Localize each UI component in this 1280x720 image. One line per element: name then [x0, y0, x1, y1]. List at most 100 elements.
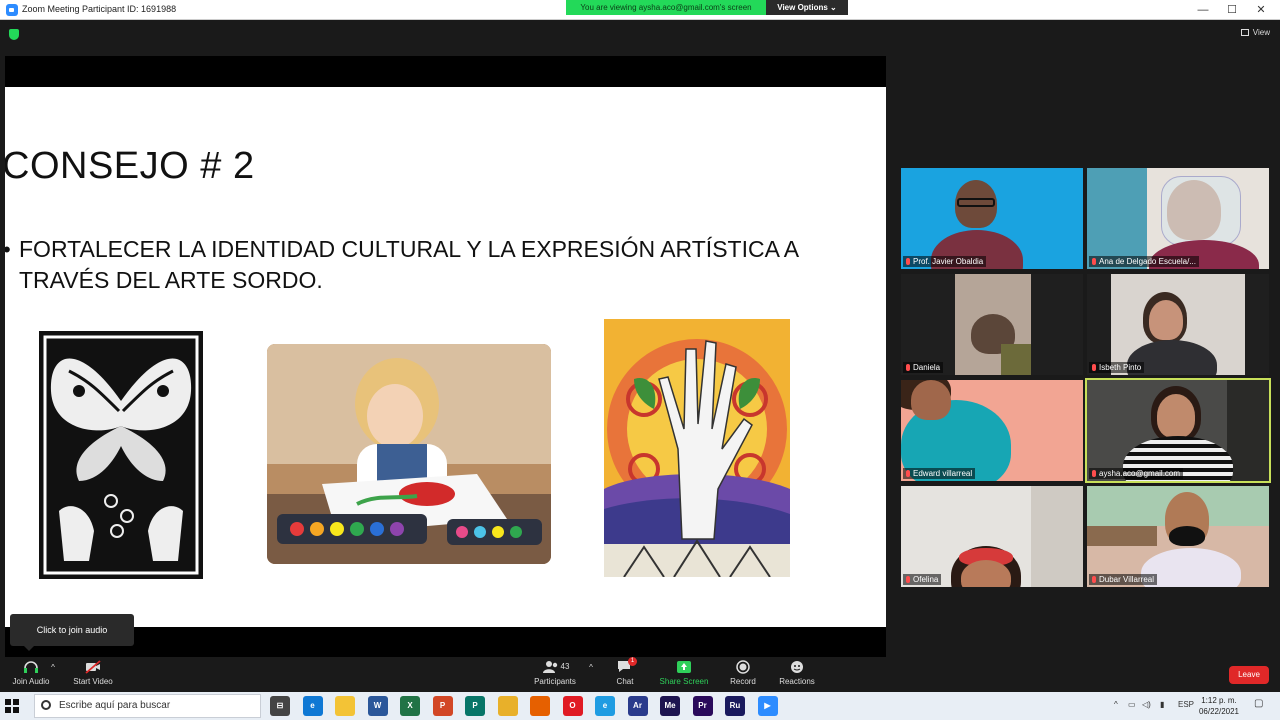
battery-icon[interactable]: ▮	[1160, 700, 1164, 709]
start-video-button[interactable]: Start Video	[70, 660, 116, 686]
meeting-toolbar: Join Audio ^ Start Video 43 Participants…	[0, 657, 1280, 692]
record-label: Record	[730, 677, 756, 686]
muted-mic-icon	[1092, 470, 1096, 477]
headphones-icon	[24, 661, 38, 673]
participant-gallery: Prof. Javier Obaldia Ana de Delgado Escu…	[901, 168, 1271, 588]
participants-chevron-icon[interactable]: ^	[586, 663, 596, 672]
windows-start-icon[interactable]	[4, 698, 20, 714]
join-audio-label: Join Audio	[12, 677, 50, 686]
participant-name: Prof. Javier Obaldia	[903, 256, 987, 267]
participants-count: 43	[560, 662, 570, 671]
muted-mic-icon	[906, 576, 910, 583]
reactions-button[interactable]: Reactions	[776, 660, 818, 686]
participant-tile[interactable]: Prof. Javier Obaldia	[901, 168, 1083, 269]
chat-badge: 1	[628, 657, 637, 666]
slide-bullet: FORTALECER LA IDENTIDAD CULTURAL Y LA EX…	[5, 234, 839, 296]
participant-tile[interactable]: Dubar Villarreal	[1087, 486, 1269, 587]
participant-name: Daniela	[903, 362, 944, 373]
firefox-icon[interactable]	[530, 696, 550, 716]
participant-tile[interactable]: Ana de Delgado Escuela/...	[1087, 168, 1269, 269]
maximize-button[interactable]: ☐	[1217, 2, 1247, 18]
edge-icon[interactable]: e	[302, 696, 323, 716]
excel-icon[interactable]: X	[400, 696, 420, 716]
language-indicator[interactable]: ESP	[1178, 700, 1194, 709]
meeting-area: View CONSEJO # 2 FORTALECER LA IDENTIDAD…	[0, 21, 1280, 658]
folder-icon[interactable]	[335, 696, 355, 716]
ie-icon[interactable]: e	[595, 696, 615, 716]
chat-icon: 1	[617, 657, 637, 674]
task-view-icon[interactable]: ⊟	[270, 696, 290, 716]
audio-options-chevron-icon[interactable]: ^	[48, 663, 58, 672]
taskbar-clock[interactable]: 1:12 p. m. 06/22/2021	[1195, 695, 1243, 717]
chrome-icon[interactable]	[497, 696, 518, 716]
muted-mic-icon	[906, 258, 910, 265]
video-off-icon	[85, 660, 101, 674]
publisher-icon[interactable]: P	[465, 696, 485, 716]
participants-icon: 43	[540, 660, 570, 674]
chat-label: Chat	[616, 677, 634, 686]
window-title: Zoom Meeting Participant ID: 1691988	[22, 4, 177, 14]
grid-view-icon	[1240, 29, 1249, 36]
zoom-logo-icon	[6, 4, 18, 16]
share-screen-button[interactable]: Share Screen	[656, 660, 712, 686]
child-painting-photo	[267, 344, 551, 564]
participant-tile[interactable]: Daniela	[901, 274, 1083, 375]
media-encoder-icon[interactable]: Me	[660, 696, 680, 716]
participant-name: Edward villarreal	[903, 468, 976, 479]
start-video-label: Start Video	[73, 677, 113, 686]
participants-button[interactable]: 43 Participants	[530, 660, 580, 686]
tray-chevron-icon[interactable]: ^	[1114, 700, 1118, 709]
participant-name: aysha.aco@gmail.com	[1089, 468, 1184, 479]
muted-mic-icon	[1092, 258, 1096, 265]
view-button[interactable]: View	[1240, 28, 1270, 37]
rush-icon[interactable]: Ru	[725, 696, 745, 716]
muted-mic-icon	[906, 364, 910, 371]
search-icon	[41, 700, 51, 710]
window-title-bar: Zoom Meeting Participant ID: 1691988 You…	[0, 0, 1280, 20]
share-screen-icon	[677, 661, 691, 673]
participant-tile[interactable]: Edward villarreal	[901, 380, 1083, 481]
clock-date: 06/22/2021	[1198, 707, 1240, 716]
participant-name: Ofelina	[903, 574, 942, 585]
reactions-icon	[791, 661, 803, 673]
muted-mic-icon	[1092, 576, 1096, 583]
minimize-button[interactable]: —	[1188, 2, 1218, 18]
view-button-label: View	[1252, 28, 1270, 37]
zoom-app-icon[interactable]: ▶	[757, 696, 778, 716]
participant-tile-active-speaker[interactable]: aysha.aco@gmail.com	[1085, 378, 1271, 483]
join-audio-tooltip: Click to join audio	[10, 614, 134, 651]
slide-title: CONSEJO # 2	[5, 145, 255, 187]
volume-icon[interactable]: ◁)	[1142, 700, 1151, 709]
security-shield-icon[interactable]	[9, 29, 19, 40]
premiere-icon[interactable]: Pr	[692, 696, 713, 716]
windows-taskbar: Escribe aquí para buscar ⊟ e W X P P Oe Ar Me Pr R…	[0, 692, 1280, 720]
close-button[interactable]: ✕	[1246, 2, 1276, 18]
adobe-reader-icon[interactable]: Ar	[627, 696, 648, 716]
reactions-label: Reactions	[779, 677, 815, 686]
network-icon[interactable]: ▭	[1128, 700, 1136, 709]
participant-tile[interactable]: Ofelina	[901, 486, 1083, 587]
participant-name: Isbeth Pinto	[1089, 362, 1145, 373]
leave-button[interactable]: Leave	[1229, 666, 1269, 684]
word-icon[interactable]: W	[367, 696, 388, 716]
clock-time: 1:12 p. m.	[1201, 696, 1237, 705]
opera-icon[interactable]: O	[562, 696, 583, 716]
muted-mic-icon	[1092, 364, 1096, 371]
participant-tile[interactable]: Isbeth Pinto	[1087, 274, 1269, 375]
participant-name: Ana de Delgado Escuela/...	[1089, 256, 1199, 267]
viewing-screen-banner: You are viewing aysha.aco@gmail.com's sc…	[566, 0, 766, 15]
shared-screen: CONSEJO # 2 FORTALECER LA IDENTIDAD CULT…	[5, 56, 886, 658]
search-placeholder: Escribe aquí para buscar	[59, 700, 171, 711]
record-button[interactable]: Record	[726, 660, 760, 686]
participants-label: Participants	[534, 677, 576, 686]
muted-mic-icon	[906, 470, 910, 477]
notifications-icon[interactable]: ▢	[1254, 698, 1263, 709]
participant-name: Dubar Villarreal	[1089, 574, 1157, 585]
share-screen-label: Share Screen	[659, 677, 709, 686]
taskbar-search-input[interactable]: Escribe aquí para buscar	[34, 694, 261, 718]
butterfly-hands-artwork	[39, 331, 203, 579]
view-options-button[interactable]: View Options ⌄	[766, 0, 848, 15]
presentation-slide: CONSEJO # 2 FORTALECER LA IDENTIDAD CULT…	[5, 87, 886, 627]
chat-button[interactable]: 1 Chat	[612, 657, 638, 686]
powerpoint-icon[interactable]: P	[432, 696, 453, 716]
